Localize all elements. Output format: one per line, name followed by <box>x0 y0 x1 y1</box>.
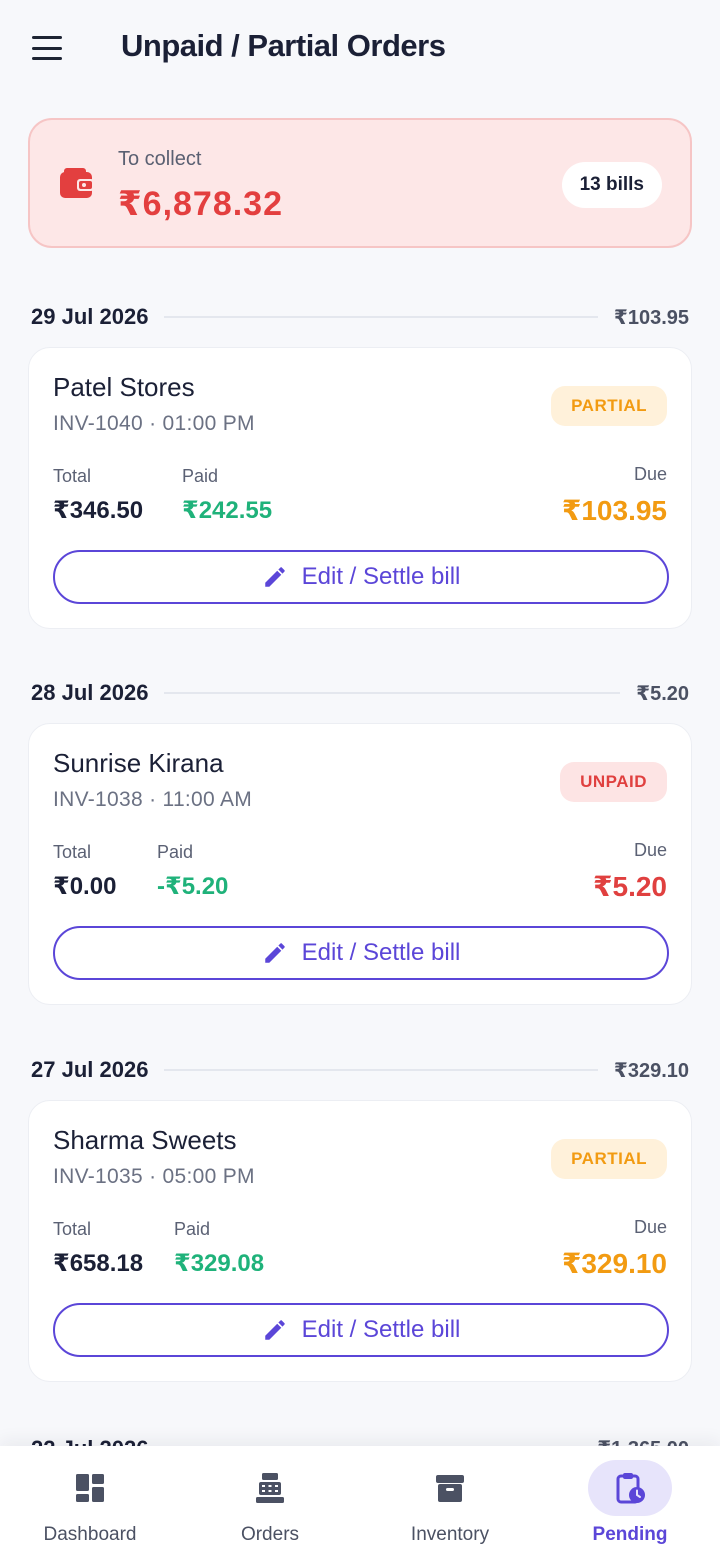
status-badge: PARTIAL <box>551 386 667 426</box>
nav-item-inventory[interactable]: Inventory <box>360 1446 540 1560</box>
divider <box>164 692 621 694</box>
paid-amount: ₹242.55 <box>182 497 273 524</box>
paid-amount: ₹329.08 <box>174 1250 265 1277</box>
menu-icon[interactable] <box>28 32 68 64</box>
to-collect-amount: ₹6,878.32 <box>118 185 284 223</box>
paid-label: Paid <box>174 1219 211 1239</box>
nav-label: Inventory <box>410 1524 490 1545</box>
due-label: Due <box>633 1217 667 1237</box>
divider <box>164 1069 598 1071</box>
dashboard-icon <box>76 1474 104 1502</box>
edit-settle-label: Edit / Settle bill <box>301 939 461 966</box>
pencil-icon <box>264 567 285 587</box>
bill-card: Patel Stores INV-1040 · 01:00 PM PARTIAL… <box>28 347 692 629</box>
to-collect-label: To collect <box>118 148 202 170</box>
edit-settle-label: Edit / Settle bill <box>301 563 461 590</box>
paid-label: Paid <box>182 466 219 486</box>
edit-settle-button[interactable]: Edit / Settle bill <box>53 550 669 604</box>
bottom-nav: Dashboard Orders Inventory Pending <box>0 1446 720 1560</box>
due-amount: ₹103.95 <box>561 495 667 526</box>
edit-settle-label: Edit / Settle bill <box>301 1316 461 1343</box>
nav-item-pending[interactable]: Pending <box>540 1446 720 1560</box>
app-header: Unpaid / Partial Orders <box>0 0 720 96</box>
due-amount: ₹5.20 <box>593 871 667 902</box>
customer-name: Patel Stores <box>53 372 195 402</box>
bill-count-badge: 13 bills <box>561 162 662 208</box>
pencil-icon <box>264 943 285 963</box>
paid-label: Paid <box>157 842 194 862</box>
customer-name: Sharma Sweets <box>53 1125 237 1155</box>
clipboard-clock-icon <box>616 1473 645 1504</box>
invoice-meta: INV-1040 · 01:00 PM <box>53 412 255 435</box>
nav-item-dashboard[interactable]: Dashboard <box>0 1446 180 1560</box>
date-group-header: 27 Jul 2026 ₹329.10 <box>31 1053 689 1087</box>
wallet-icon <box>60 168 94 198</box>
paid-amount: -₹5.20 <box>157 873 229 900</box>
pencil-icon <box>264 1320 285 1340</box>
nav-label: Orders <box>240 1524 300 1545</box>
due-amount: ₹329.10 <box>561 1248 667 1279</box>
nav-item-orders[interactable]: Orders <box>180 1446 360 1560</box>
group-due-total: ₹329.10 <box>613 1059 689 1082</box>
group-date: 28 Jul 2026 <box>31 680 149 705</box>
group-date: 29 Jul 2026 <box>31 304 149 329</box>
total-label: Total <box>53 842 92 862</box>
invoice-meta: INV-1038 · 11:00 AM <box>53 788 253 811</box>
status-badge: UNPAID <box>560 762 667 802</box>
total-amount: ₹658.18 <box>53 1250 144 1277</box>
edit-settle-button[interactable]: Edit / Settle bill <box>53 926 669 980</box>
nav-label: Pending <box>592 1524 668 1545</box>
status-badge: PARTIAL <box>551 1139 667 1179</box>
total-label: Total <box>53 466 92 486</box>
bill-card: Sharma Sweets INV-1035 · 05:00 PM PARTIA… <box>28 1100 692 1382</box>
due-label: Due <box>633 840 667 860</box>
total-amount: ₹346.50 <box>53 497 144 524</box>
cash-register-icon <box>256 1473 284 1503</box>
total-amount: ₹0.00 <box>53 873 117 900</box>
customer-name: Sunrise Kirana <box>53 748 224 778</box>
divider <box>164 316 598 318</box>
date-group-header: 28 Jul 2026 ₹5.20 <box>31 676 689 710</box>
to-collect-card: To collect ₹6,878.32 13 bills <box>28 118 692 248</box>
total-label: Total <box>53 1219 92 1239</box>
nav-label: Dashboard <box>43 1524 137 1545</box>
edit-settle-button[interactable]: Edit / Settle bill <box>53 1303 669 1357</box>
group-due-total: ₹5.20 <box>636 682 689 705</box>
archive-box-icon <box>436 1475 464 1502</box>
due-label: Due <box>633 464 667 484</box>
bill-card: Sunrise Kirana INV-1038 · 11:00 AM UNPAI… <box>28 723 692 1005</box>
date-group-header: 29 Jul 2026 ₹103.95 <box>31 300 689 334</box>
group-due-total: ₹103.95 <box>613 306 689 329</box>
page-title: Unpaid / Partial Orders <box>121 28 446 63</box>
group-date: 27 Jul 2026 <box>31 1057 149 1082</box>
invoice-meta: INV-1035 · 05:00 PM <box>53 1165 255 1188</box>
